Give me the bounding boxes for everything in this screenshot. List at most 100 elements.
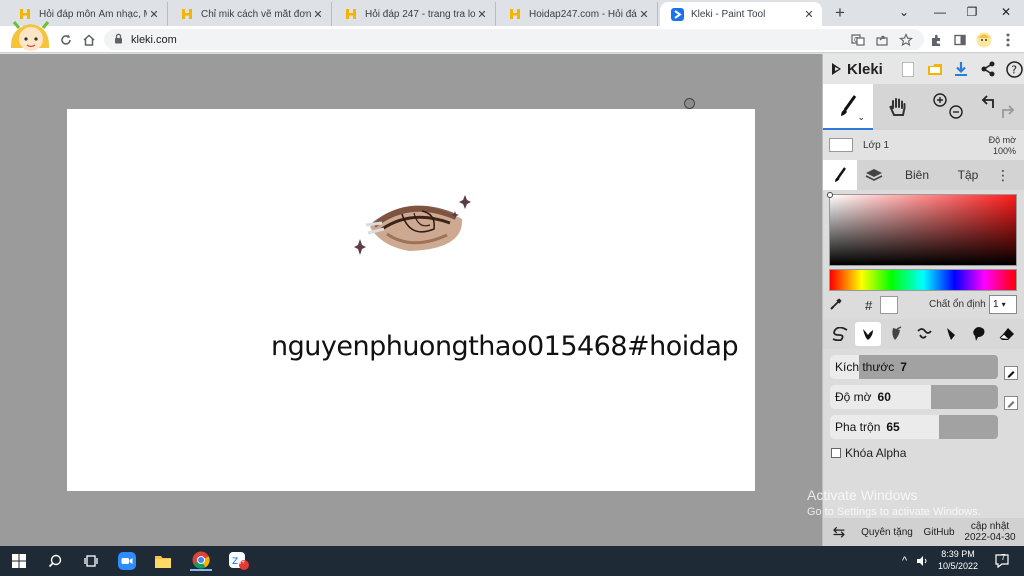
tab-file[interactable]: Tập	[943, 160, 993, 190]
bookmark-star-icon[interactable]	[896, 30, 916, 50]
close-tab-icon[interactable]: ✕	[311, 8, 325, 21]
opacity-slider[interactable]: Độ mờ 60	[830, 385, 998, 409]
reload-icon[interactable]	[56, 30, 76, 50]
notification-center-icon[interactable]: 7	[994, 546, 1010, 576]
drawing-canvas[interactable]: nguyenphuongthao015468#hoidap	[67, 109, 755, 491]
eraser-icon[interactable]	[994, 322, 1020, 346]
close-tab-icon[interactable]: ✕	[147, 8, 161, 21]
zoom-app-icon[interactable]	[116, 551, 138, 571]
tab-edit[interactable]: Biên	[891, 160, 943, 190]
system-clock[interactable]: 8:39 PM 10/5/2022	[930, 548, 986, 572]
more-options-icon[interactable]: ⋮	[993, 160, 1013, 190]
new-tab-button[interactable]: +	[830, 3, 850, 23]
update-date: 2022-04-30	[964, 532, 1016, 543]
help-icon[interactable]: ?	[1005, 59, 1024, 79]
undo-redo-controls[interactable]	[973, 84, 1023, 130]
close-window-icon[interactable]: ✕	[988, 0, 1024, 26]
browser-tab-2[interactable]: Chỉ mik cách vẽ mắt đơn giả ✕	[170, 2, 332, 26]
hue-slider[interactable]	[829, 269, 1017, 291]
brush-icon	[835, 167, 846, 182]
activation-subtitle: Go to Settings to activate Windows.	[807, 506, 981, 518]
size-slider[interactable]: Kích thước 7	[830, 355, 998, 379]
layer-preview-row[interactable]: Lớp 1 Độ mờ 100%	[823, 130, 1024, 160]
close-tab-icon[interactable]: ✕	[637, 8, 651, 21]
close-tab-icon[interactable]: ✕	[475, 8, 489, 21]
opacity-slider-label: Độ mờ 60	[835, 390, 891, 404]
blending-slider[interactable]: Pha trộn 65	[830, 415, 998, 439]
tab-brush[interactable]	[823, 160, 857, 190]
size-pressure-toggle[interactable]	[1004, 366, 1018, 380]
address-bar[interactable]: kleki.com	[104, 29, 924, 50]
minimize-icon[interactable]: —	[922, 0, 958, 26]
download-icon[interactable]	[951, 59, 971, 79]
zoom-controls[interactable]	[923, 84, 973, 130]
kleki-favicon-icon	[670, 7, 684, 21]
more-menu-icon[interactable]	[998, 30, 1018, 50]
panel-tabs: Biên Tập ⋮	[823, 160, 1024, 190]
pen-brush-icon[interactable]	[827, 322, 853, 346]
mascot-image	[6, 18, 56, 52]
hoidap-favicon-icon	[180, 7, 194, 21]
rotate-handle[interactable]	[684, 98, 695, 109]
main-tool-row: ⌄	[823, 84, 1024, 130]
task-view-icon[interactable]	[80, 551, 102, 571]
chrome-icon[interactable]	[190, 551, 212, 571]
picker-cursor	[827, 192, 833, 198]
tab-layers[interactable]	[857, 160, 891, 190]
sketchy-brush-icon[interactable]	[883, 322, 909, 346]
notification-badge: 5+	[238, 560, 245, 566]
pixel-brush-icon[interactable]	[911, 322, 937, 346]
stabilizer-select[interactable]: 1 ▾	[989, 295, 1017, 314]
search-icon[interactable]	[44, 551, 66, 571]
hoidap-favicon-icon	[344, 7, 358, 21]
blend-brush-icon[interactable]	[854, 322, 881, 346]
kleki-logo[interactable]: Kleki	[829, 61, 891, 78]
side-panel-icon[interactable]	[950, 30, 970, 50]
canvas-area[interactable]: nguyenphuongthao015468#hoidap	[0, 54, 822, 546]
home-icon[interactable]	[79, 30, 99, 50]
open-folder-icon[interactable]	[925, 59, 945, 79]
notification-count: 7	[1001, 553, 1006, 562]
current-color-swatch[interactable]	[880, 296, 899, 314]
translate-icon[interactable]: G	[848, 30, 868, 50]
windows-activation-watermark: Activate Windows Go to Settings to activ…	[807, 487, 981, 518]
browser-tab-3[interactable]: Hỏi đáp 247 - trang tra loi ✕	[334, 2, 496, 26]
opacity-value: 60	[877, 390, 891, 404]
kleki-logo-text: Kleki	[847, 60, 883, 78]
alpha-lock-checkbox[interactable]	[831, 448, 841, 458]
file-explorer-icon[interactable]	[152, 551, 174, 571]
brush-tool[interactable]: ⌄	[823, 84, 873, 130]
windows-taskbar: Z 5+ ^ 8:39 PM 10/5/2022 7	[0, 546, 1024, 576]
alpha-lock-toggle[interactable]: Khóa Alpha	[831, 446, 906, 460]
brush-type-row	[823, 319, 1024, 349]
update-label: cập nhật	[970, 521, 1010, 532]
restore-icon[interactable]: ❐	[954, 0, 990, 26]
changelog-link[interactable]: cập nhật 2022-04-30	[959, 521, 1021, 543]
profile-avatar[interactable]	[974, 30, 994, 50]
donate-link[interactable]: Quyên tặng	[855, 527, 919, 538]
tab-strip: Hỏi đáp môn Âm nhạc, Mỹ th ✕ Chỉ mik các…	[0, 0, 1024, 26]
tray-chevron-icon[interactable]: ^	[902, 546, 907, 576]
start-windows-icon[interactable]	[8, 551, 30, 571]
hex-input-button[interactable]: #	[865, 298, 872, 313]
color-picker-sv[interactable]	[827, 192, 1017, 266]
zalo-app-icon[interactable]: Z 5+	[228, 551, 250, 571]
volume-icon[interactable]	[916, 546, 928, 576]
browser-tab-4[interactable]: Hoidap247.com - Hỏi đáp bà ✕	[498, 2, 658, 26]
tab-title: Hỏi đáp 247 - trang tra loi	[365, 8, 475, 20]
swap-panel-icon[interactable]: ⇆	[823, 523, 855, 541]
extensions-icon[interactable]	[926, 30, 946, 50]
opacity-pressure-toggle[interactable]	[1004, 396, 1018, 410]
hand-tool[interactable]	[873, 84, 923, 130]
smudge-brush-icon[interactable]	[966, 322, 992, 346]
new-file-icon[interactable]	[898, 59, 918, 79]
browser-tab-kleki[interactable]: Kleki - Paint Tool ✕	[660, 2, 822, 26]
tab-search-icon[interactable]: ⌄	[886, 0, 922, 26]
chemy-brush-icon[interactable]	[938, 322, 964, 346]
eyedropper-icon[interactable]	[829, 297, 843, 314]
share-icon[interactable]	[872, 30, 892, 50]
clock-time: 8:39 PM	[941, 549, 975, 559]
github-link[interactable]: GitHub	[919, 527, 959, 538]
close-tab-icon[interactable]: ✕	[802, 8, 816, 21]
share-nodes-icon[interactable]	[978, 59, 998, 79]
